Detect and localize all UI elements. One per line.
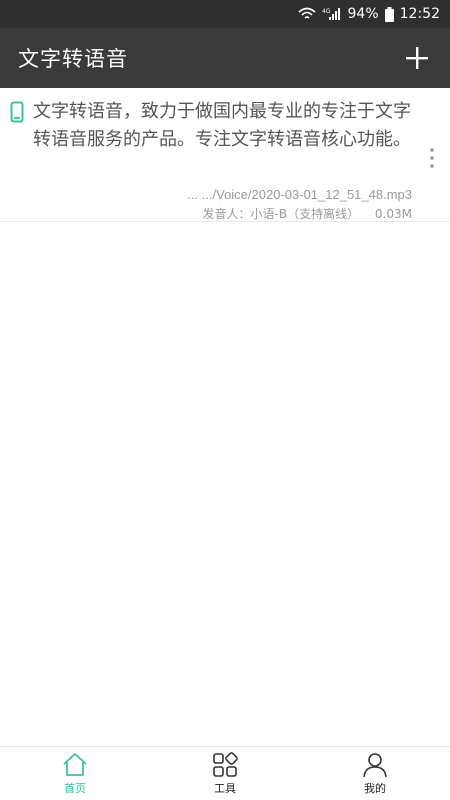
user-icon [363,753,387,778]
file-path: ... .../Voice/2020-03-01_12_51_48.mp3 [187,187,412,202]
home-icon [63,753,87,776]
item-text: 文字转语音，致力于做国内最专业的专注于文字转语音服务的产品。专注文字转语音核心功… [33,101,411,150]
nav-mine[interactable]: 我的 [300,747,450,800]
add-button[interactable] [402,43,432,73]
nav-label-mine: 我的 [364,782,386,795]
nav-tools[interactable]: 工具 [150,747,300,800]
plus-icon [406,47,428,69]
nav-label-tools: 工具 [214,782,236,795]
phone-icon [10,101,24,123]
voice-list: 文字转语音，致力于做国内最专业的专注于文字转语音服务的产品。专注文字转语音核心功… [0,88,450,222]
file-size: 0.03M [374,207,412,221]
page-title: 文字转语音 [18,47,128,71]
app-bar: 文字转语音 [0,28,450,88]
svg-text:4G: 4G [322,8,331,15]
item-meta: 发音人：小语-B（支持离线） 0.03M [203,205,412,222]
clock: 12:52 [399,6,440,22]
list-item[interactable]: 文字转语音，致力于做国内最专业的专注于文字转语音服务的产品。专注文字转语音核心功… [0,88,450,222]
more-options-icon[interactable] [426,146,438,170]
battery-percent: 94% [347,6,379,22]
nav-home[interactable]: 首页 [0,747,150,800]
status-bar: 4G 94% 12:52 [0,0,450,28]
grid-icon [213,752,238,777]
bottom-nav: 首页 工具 我的 [0,746,450,800]
battery-icon [384,6,394,22]
speaker-label: 发音人：小语-B（支持离线） [202,207,360,221]
signal-icon: 4G [322,7,342,21]
wifi-icon [297,7,316,21]
nav-label-home: 首页 [64,782,86,795]
